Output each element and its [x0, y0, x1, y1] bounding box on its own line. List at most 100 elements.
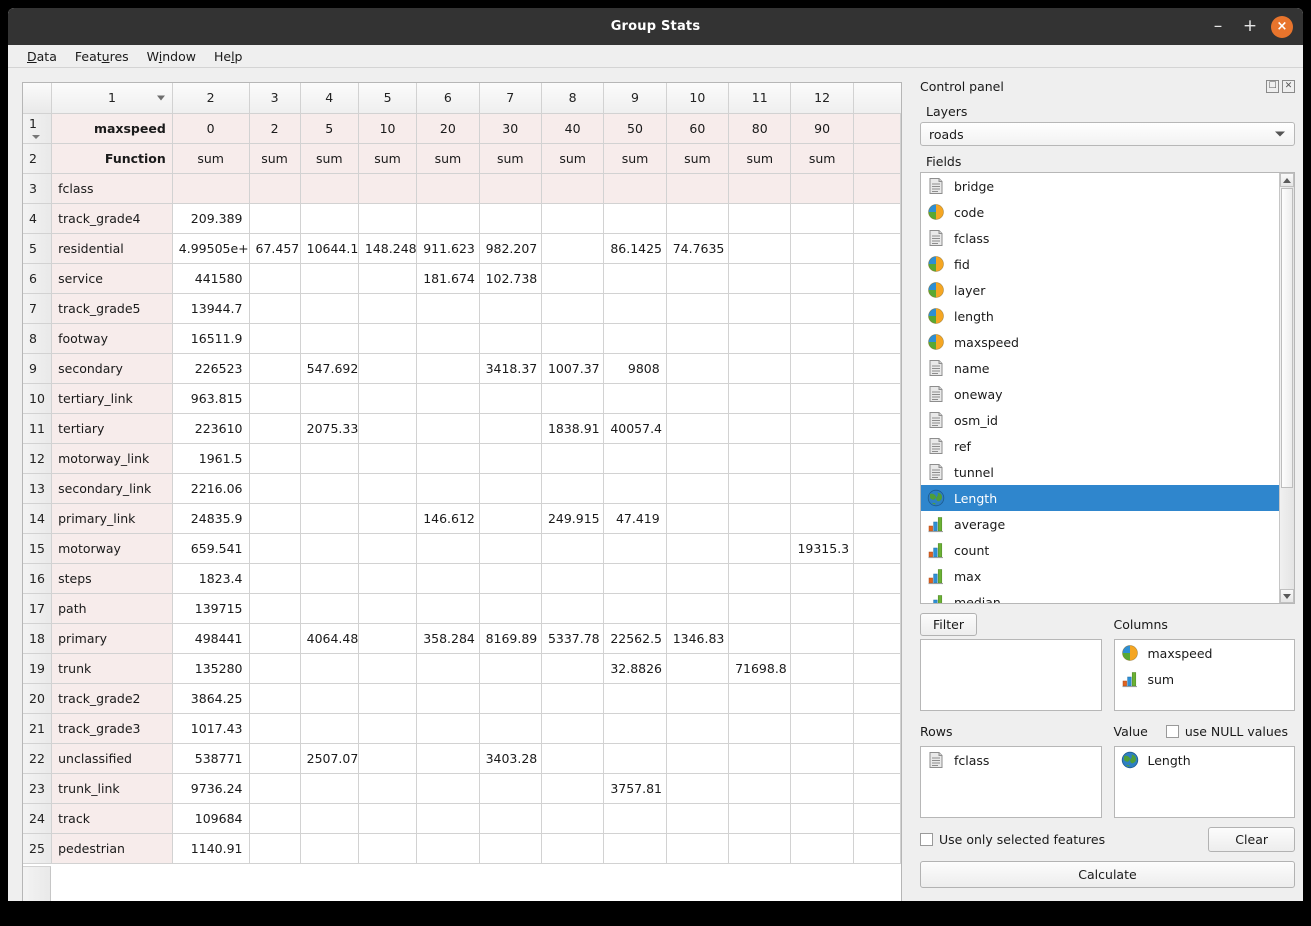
table-cell[interactable]: [358, 773, 418, 804]
table-cell[interactable]: [249, 323, 301, 354]
table-cell[interactable]: [790, 803, 854, 834]
table-cell[interactable]: [416, 413, 480, 444]
row-header-18[interactable]: 18: [23, 623, 53, 654]
table-cell[interactable]: [358, 713, 418, 744]
table-cell[interactable]: [603, 203, 667, 234]
table-cell[interactable]: [541, 263, 605, 294]
list-item[interactable]: Length: [1115, 747, 1295, 773]
scroll-down-icon[interactable]: [1280, 589, 1294, 603]
table-cell[interactable]: 9808: [603, 353, 667, 384]
table-cell[interactable]: [790, 323, 854, 354]
table-cell[interactable]: [790, 383, 854, 414]
list-item[interactable]: ref: [921, 433, 1279, 459]
table-cell[interactable]: 1823.4: [172, 563, 250, 594]
row-label-secondary_link[interactable]: secondary_link: [51, 473, 173, 504]
table-cell[interactable]: [416, 353, 480, 384]
table-cell[interactable]: [416, 533, 480, 564]
column-header-11[interactable]: 11: [728, 83, 792, 114]
table-cell[interactable]: [603, 173, 667, 204]
row-label-unclassified[interactable]: unclassified: [51, 743, 173, 774]
row-header-1[interactable]: 1: [23, 113, 53, 144]
table-cell[interactable]: 249.915: [541, 503, 605, 534]
column-header-6[interactable]: 6: [416, 83, 480, 114]
list-item[interactable]: maxspeed: [921, 329, 1279, 355]
table-cell[interactable]: sum: [541, 143, 605, 174]
scroll-up-icon[interactable]: [1280, 173, 1294, 187]
table-cell[interactable]: 109684: [172, 803, 250, 834]
table-cell[interactable]: [666, 713, 730, 744]
table-cell[interactable]: [666, 533, 730, 564]
row-header-16[interactable]: 16: [23, 563, 53, 594]
table-cell[interactable]: sum: [172, 143, 250, 174]
row-label-footway[interactable]: footway: [51, 323, 173, 354]
table-cell[interactable]: [728, 713, 792, 744]
table-cell[interactable]: [728, 833, 792, 864]
table-cell[interactable]: [541, 383, 605, 414]
table-cell[interactable]: 982.207: [479, 233, 542, 264]
row-label-primary_link[interactable]: primary_link: [51, 503, 173, 534]
table-cell[interactable]: 2: [249, 113, 301, 144]
list-item[interactable]: bridge: [921, 173, 1279, 199]
row-header-25[interactable]: 25: [23, 833, 53, 864]
table-cell[interactable]: [249, 593, 301, 624]
table-cell[interactable]: [728, 563, 792, 594]
table-cell[interactable]: [416, 593, 480, 624]
table-cell[interactable]: [479, 293, 542, 324]
table-cell[interactable]: [666, 773, 730, 804]
table-cell[interactable]: [249, 653, 301, 684]
table-cell[interactable]: [603, 263, 667, 294]
scrollbar-thumb[interactable]: [1281, 188, 1293, 488]
table-cell[interactable]: [249, 383, 301, 414]
table-cell[interactable]: [728, 683, 792, 714]
table-cell[interactable]: [666, 803, 730, 834]
table-cell[interactable]: [416, 293, 480, 324]
table-cell[interactable]: 538771: [172, 743, 250, 774]
row-header-6[interactable]: 6: [23, 263, 53, 294]
row-header-14[interactable]: 14: [23, 503, 53, 534]
row-header-17[interactable]: 17: [23, 593, 53, 624]
table-cell[interactable]: [541, 443, 605, 474]
table-cell[interactable]: [541, 563, 605, 594]
table-cell[interactable]: [666, 263, 730, 294]
table-cell[interactable]: [728, 413, 792, 444]
table-cell[interactable]: [728, 623, 792, 654]
table-cell[interactable]: [300, 263, 359, 294]
row-header-8[interactable]: 8: [23, 323, 53, 354]
list-item[interactable]: length: [921, 303, 1279, 329]
table-cell[interactable]: [358, 173, 418, 204]
row-label-track_grade2[interactable]: track_grade2: [51, 683, 173, 714]
table-cell[interactable]: [479, 713, 542, 744]
table-cell[interactable]: [728, 593, 792, 624]
table-cell[interactable]: [358, 833, 418, 864]
table-cell[interactable]: [358, 503, 418, 534]
table-cell[interactable]: sum: [728, 143, 792, 174]
list-item[interactable]: name: [921, 355, 1279, 381]
list-item[interactable]: osm_id: [921, 407, 1279, 433]
table-cell[interactable]: 5337.78: [541, 623, 605, 654]
table-cell[interactable]: 47.419: [603, 503, 667, 534]
table-cell[interactable]: 50: [603, 113, 667, 144]
row-label-motorway[interactable]: motorway: [51, 533, 173, 564]
table-cell[interactable]: [358, 413, 418, 444]
table-cell[interactable]: [541, 473, 605, 504]
table-cell[interactable]: 74.7635: [666, 233, 730, 264]
table-cell[interactable]: [541, 203, 605, 234]
table-cell[interactable]: [603, 473, 667, 504]
table-cell[interactable]: [728, 263, 792, 294]
table-cell[interactable]: [300, 473, 359, 504]
list-item[interactable]: median: [921, 589, 1279, 603]
row-label-pedestrian[interactable]: pedestrian: [51, 833, 173, 864]
table-cell[interactable]: [790, 743, 854, 774]
table-cell[interactable]: [666, 743, 730, 774]
table-cell[interactable]: [358, 623, 418, 654]
table-cell[interactable]: 223610: [172, 413, 250, 444]
table-cell[interactable]: 209.389: [172, 203, 250, 234]
table-cell[interactable]: 1007.37: [541, 353, 605, 384]
table-cell[interactable]: [603, 743, 667, 774]
table-cell[interactable]: [728, 473, 792, 504]
table-cell[interactable]: 2075.33: [300, 413, 359, 444]
table-cell[interactable]: [300, 323, 359, 354]
table-cell[interactable]: [300, 533, 359, 564]
table-cell[interactable]: 60: [666, 113, 730, 144]
table-cell[interactable]: 2507.07: [300, 743, 359, 774]
